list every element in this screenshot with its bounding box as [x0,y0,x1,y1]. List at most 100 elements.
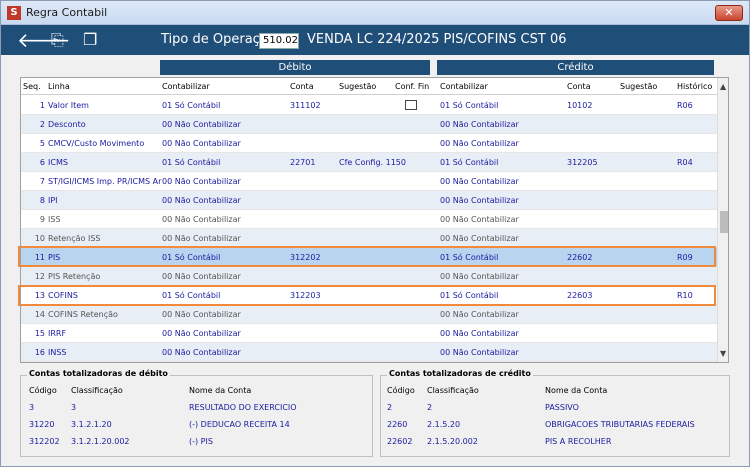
row-contabilizar-debito[interactable]: 00 Não Contabilizar [162,139,241,148]
row-contabilizar-debito[interactable]: 00 Não Contabilizar [162,196,241,205]
row-contabilizar-credito[interactable]: 00 Não Contabilizar [440,348,519,357]
row-contabilizar-credito[interactable]: 00 Não Contabilizar [440,177,519,186]
row-contabilizar-credito[interactable]: 00 Não Contabilizar [440,310,519,319]
row-seq[interactable]: 8 [21,196,45,205]
row-linha[interactable]: Desconto [48,120,86,129]
col-seq[interactable]: Seq. [23,82,41,91]
row-contabilizar-credito[interactable]: 01 Só Contábil [440,101,498,110]
table-row[interactable]: 2 Desconto 00 Não Contabilizar 00 Não Conta… [21,115,717,134]
row-linha[interactable]: ISS [48,215,61,224]
row-linha[interactable]: ICMS [48,158,68,167]
row-contabilizar-credito[interactable]: 00 Não Contabilizar [440,120,519,129]
row-seq[interactable]: 12 [21,272,45,281]
scroll-down-icon[interactable]: ▼ [720,349,726,358]
row-linha[interactable]: IPI [48,196,58,205]
col-sugestao-credito[interactable]: Sugestão [620,82,657,91]
row-contabilizar-debito[interactable]: 00 Não Contabilizar [162,120,241,129]
scroll-thumb[interactable] [720,211,728,233]
credit-nome: OBRIGACOES TRIBUTARIAS FEDERAIS [545,420,695,429]
copy-icon[interactable]: ❐ [83,29,97,51]
row-contabilizar-debito[interactable]: 00 Não Contabilizar [162,177,241,186]
table-row[interactable]: 1 Valor Item 01 Só Contábil 311102 01 Só Con… [21,96,717,115]
table-row[interactable]: 14 COFINS Retenção 00 Não Contabilizar 00 N… [21,305,717,324]
row-contabilizar-debito[interactable]: 01 Só Contábil [162,158,220,167]
row-seq[interactable]: 14 [21,310,45,319]
regra-contabil-window: S Regra Contabil ✕ 🡐 ⎘ ❐ Tipo de Operaçã… [0,0,750,467]
row-seq[interactable]: 7 [21,177,45,186]
row-contabilizar-credito[interactable]: 00 Não Contabilizar [440,272,519,281]
row-contabilizar-debito[interactable]: 00 Não Contabilizar [162,215,241,224]
row-seq[interactable]: 15 [21,329,45,338]
conf-fin-checkbox[interactable] [405,100,417,110]
debit-h-nome: Nome da Conta [189,386,252,395]
row-conta-credito[interactable]: 10102 [567,101,592,110]
row-sugestao[interactable]: Cfe Config. 1150 [339,158,406,167]
col-contabilizar-credito[interactable]: Contabilizar [440,82,488,91]
row-conta-credito[interactable]: 312205 [567,158,598,167]
row-linha[interactable]: PIS Retenção [48,272,100,281]
title-bar: S Regra Contabil ✕ [1,1,749,25]
row-historico[interactable]: R06 [677,101,693,110]
row-linha[interactable]: COFINS Retenção [48,310,118,319]
row-contabilizar-credito[interactable]: 01 Só Contábil [440,158,498,167]
row-contabilizar-credito[interactable]: 00 Não Contabilizar [440,215,519,224]
row-seq[interactable]: 9 [21,215,45,224]
col-conta-debito[interactable]: Conta [290,82,314,91]
table-row[interactable]: 6 ICMS 01 Só Contábil 22701 Cfe Config. 1150… [21,153,717,172]
credit-h-class: Classificação [427,386,479,395]
row-seq[interactable]: 16 [21,348,45,357]
row-seq[interactable]: 2 [21,120,45,129]
col-linha[interactable]: Linha [48,82,70,91]
row-linha[interactable]: CMCV/Custo Movimento [48,139,144,148]
col-contabilizar-debito[interactable]: Contabilizar [162,82,210,91]
table-row[interactable]: 5 CMCV/Custo Movimento 00 Não Contabilizar… [21,134,717,153]
grid-header: Seq. Linha Contabilizar Conta Sugestão C… [21,78,717,95]
row-seq[interactable]: 10 [21,234,45,243]
row-contabilizar-debito[interactable]: 00 Não Contabilizar [162,310,241,319]
operation-code-field[interactable]: 510.02 [259,33,299,49]
row-linha[interactable]: Retenção ISS [48,234,101,243]
row-linha[interactable]: ST/IGI/ICMS Imp. PR/ICMS Ar [48,177,161,186]
credit-h-nome: Nome da Conta [545,386,608,395]
row-contabilizar-credito[interactable]: 00 Não Contabilizar [440,139,519,148]
debit-codigo: 312202 [29,437,60,446]
col-historico[interactable]: Histórico [677,82,712,91]
row-contabilizar-debito[interactable]: 00 Não Contabilizar [162,272,241,281]
col-conta-credito[interactable]: Conta [567,82,591,91]
row-historico[interactable]: R04 [677,158,693,167]
debit-section-header: Débito [160,60,430,75]
row-contabilizar-credito[interactable]: 00 Não Contabilizar [440,234,519,243]
vertical-scrollbar[interactable]: ▲ ▼ [717,78,728,362]
row-contabilizar-credito[interactable]: 00 Não Contabilizar [440,196,519,205]
row-contabilizar-credito[interactable]: 00 Não Contabilizar [440,329,519,338]
col-sugestao-debito[interactable]: Sugestão [339,82,376,91]
row-linha[interactable]: IRRF [48,329,66,338]
table-row[interactable]: 7 ST/IGI/ICMS Imp. PR/ICMS Ar 00 Não Conta… [21,172,717,191]
debit-nome: (-) DEDUCAO RECEITA 14 [189,420,290,429]
row-contabilizar-debito[interactable]: 00 Não Contabilizar [162,329,241,338]
close-button[interactable]: ✕ [715,5,743,21]
row-seq[interactable]: 1 [21,101,45,110]
table-row[interactable]: 12 PIS Retenção 00 Não Contabilizar 00 Não … [21,267,717,286]
row-linha[interactable]: INSS [48,348,67,357]
col-conf-fin[interactable]: Conf. Fin [395,82,429,91]
scroll-up-icon[interactable]: ▲ [720,82,726,91]
export-icon[interactable]: ⎘ [51,29,64,51]
rules-grid[interactable]: Seq. Linha Contabilizar Conta Sugestão C… [20,77,729,363]
debit-codigo: 31220 [29,420,55,429]
table-row[interactable]: 8 IPI 00 Não Contabilizar 00 Não Contabiliz… [21,191,717,210]
row-contabilizar-debito[interactable]: 01 Só Contábil [162,101,220,110]
row-seq[interactable]: 5 [21,139,45,148]
row-conta-debito[interactable]: 22701 [290,158,315,167]
row-seq[interactable]: 6 [21,158,45,167]
table-row[interactable]: 9 ISS 00 Não Contabilizar 00 Não Contabiliz… [21,210,717,229]
credit-panel-title: Contas totalizadoras de crédito [387,369,533,378]
row-linha[interactable]: Valor Item [48,101,89,110]
row-conta-debito[interactable]: 311102 [290,101,321,110]
table-row[interactable]: 16 INSS 00 Não Contabilizar 00 Não Contabil… [21,343,717,362]
debit-class: 3.1.2.1.20 [71,420,112,429]
table-row[interactable]: 15 IRRF 00 Não Contabilizar 00 Não Contabil… [21,324,717,343]
credit-codigo: 2 [387,403,393,412]
row-contabilizar-debito[interactable]: 00 Não Contabilizar [162,348,241,357]
row-contabilizar-debito[interactable]: 00 Não Contabilizar [162,234,241,243]
